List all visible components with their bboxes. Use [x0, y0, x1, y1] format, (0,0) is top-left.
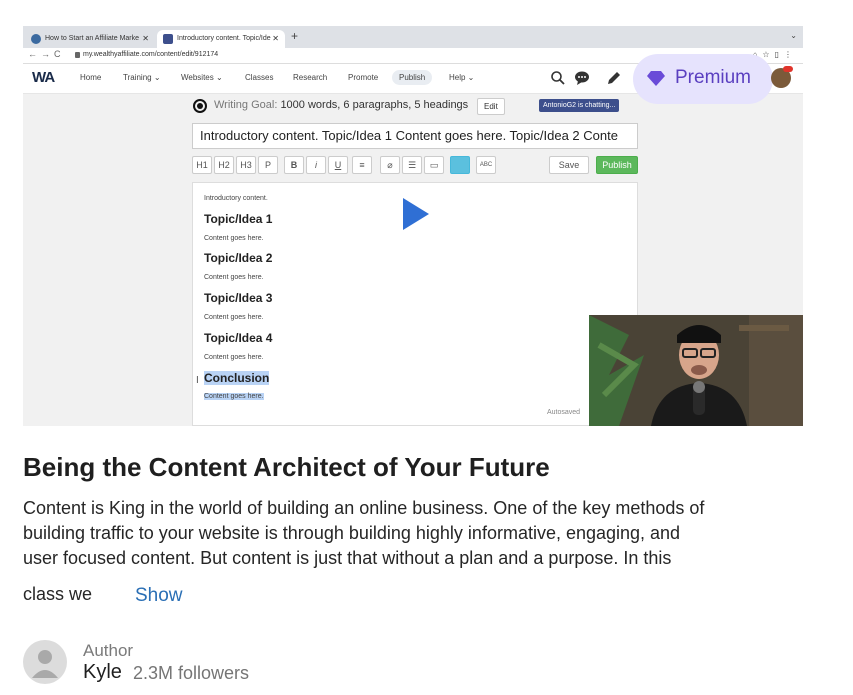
editor-text: Content goes here.: [204, 354, 264, 361]
browser-nav-icons[interactable]: ←→C: [28, 49, 65, 59]
nav-publish[interactable]: Publish: [392, 70, 433, 85]
browser-tab-title: Introductory content. Topic/Ide: [177, 35, 271, 42]
editor-heading: Topic/Idea 4: [204, 331, 273, 345]
presenter-image: [589, 315, 803, 426]
close-icon[interactable]: ✕: [272, 30, 279, 48]
goal-value: 1000 words, 6 paragraphs, 5 headings: [280, 99, 469, 111]
text-cursor-icon: I: [196, 375, 199, 386]
goal-edit-button[interactable]: Edit: [477, 98, 505, 115]
new-tab-button[interactable]: +: [291, 29, 298, 43]
h1-button[interactable]: H1: [192, 156, 212, 174]
description-line: building traffic to your website is thro…: [23, 523, 681, 543]
premium-badge[interactable]: Premium: [633, 54, 773, 104]
presenter-webcam: [589, 315, 803, 426]
align-icon[interactable]: ≡: [352, 156, 372, 174]
editor-text-selected: Content goes here.: [204, 393, 264, 400]
editor-heading: Topic/Idea 3: [204, 291, 273, 305]
editor-text: Content goes here.: [204, 235, 264, 242]
editor-heading: Topic/Idea 1: [204, 212, 273, 226]
bold-button[interactable]: B: [284, 156, 304, 174]
author-name[interactable]: Kyle: [83, 661, 122, 684]
paragraph-button[interactable]: P: [258, 156, 278, 174]
browser-tab-title: How to Start an Affiliate Marke: [45, 35, 140, 42]
browser-tab-active[interactable]: Introductory content. Topic/Ide ✕: [157, 30, 285, 48]
autosaved-status: Autosaved: [547, 409, 581, 416]
editor-text: Content goes here.: [204, 314, 264, 321]
goal-label: Writing Goal:: [214, 99, 278, 111]
show-more-link[interactable]: Show: [135, 585, 183, 607]
editor-heading: Topic/Idea 2: [204, 251, 273, 265]
close-icon[interactable]: ✕: [142, 30, 149, 48]
description-line: class we: [23, 584, 93, 604]
lock-icon: [75, 52, 80, 58]
video-description: Content is King in the world of building…: [23, 496, 813, 571]
wa-logo[interactable]: WA: [32, 69, 55, 86]
nav-classes[interactable]: Classes: [245, 73, 273, 82]
nav-home[interactable]: Home: [80, 73, 101, 82]
diamond-icon: [647, 71, 665, 86]
editor-text: Content goes here.: [204, 274, 264, 281]
video-title: Being the Content Architect of Your Futu…: [23, 452, 550, 482]
editor-heading-selected: Conclusion: [204, 371, 270, 385]
chat-notice[interactable]: AntonioG2 is chatting...: [539, 99, 620, 112]
wordpress-icon: [31, 34, 41, 44]
image-icon[interactable]: [450, 156, 470, 174]
save-button[interactable]: Save: [549, 156, 589, 174]
nav-help[interactable]: Help ⌄: [449, 73, 474, 82]
search-icon[interactable]: [550, 70, 566, 86]
spellcheck-icon[interactable]: ABC: [476, 156, 496, 174]
nav-training[interactable]: Training ⌄: [123, 73, 161, 82]
link-icon[interactable]: ⌀: [380, 156, 400, 174]
nav-promote[interactable]: Promote: [348, 73, 378, 82]
author-avatar[interactable]: [23, 640, 67, 684]
description-line: user focused content. But content is jus…: [23, 548, 672, 568]
h2-button[interactable]: H2: [214, 156, 234, 174]
divider-icon[interactable]: ▭: [424, 156, 444, 174]
h3-button[interactable]: H3: [236, 156, 256, 174]
notification-badge: [783, 66, 793, 72]
author-followers: 2.3M followers: [133, 663, 250, 683]
publish-button[interactable]: Publish: [596, 156, 638, 174]
play-icon[interactable]: [403, 198, 429, 230]
nav-research[interactable]: Research: [293, 73, 327, 82]
chat-icon[interactable]: [574, 70, 590, 86]
person-icon: [32, 650, 58, 678]
nav-websites[interactable]: Websites ⌄: [181, 73, 223, 82]
wa-tab-icon: [163, 34, 173, 44]
description-line: Content is King in the world of building…: [23, 498, 705, 518]
url-text[interactable]: my.wealthyaffiliate.com/content/edit/912…: [83, 51, 218, 58]
editor-text: Introductory content.: [204, 195, 268, 202]
list-icon[interactable]: ☰: [402, 156, 422, 174]
premium-label: Premium: [675, 67, 752, 88]
editor-toolbar: H1 H2 H3 P B i U ≡ ⌀ ☰ ▭ ABC Save Publis…: [192, 154, 638, 176]
goal-radio-icon[interactable]: [193, 99, 207, 113]
browser-tab[interactable]: How to Start an Affiliate Marke ✕: [25, 30, 155, 48]
chevron-down-icon[interactable]: ⌄: [790, 31, 797, 40]
italic-button[interactable]: i: [306, 156, 326, 174]
pencil-icon[interactable]: [606, 70, 622, 86]
video-player[interactable]: How to Start an Affiliate Marke ✕ Introd…: [23, 26, 803, 426]
browser-tab-strip: How to Start an Affiliate Marke ✕ Introd…: [23, 26, 803, 48]
author-label: Author: [83, 641, 134, 660]
underline-button[interactable]: U: [328, 156, 348, 174]
post-title-input[interactable]: Introductory content. Topic/Idea 1 Conte…: [192, 123, 638, 149]
